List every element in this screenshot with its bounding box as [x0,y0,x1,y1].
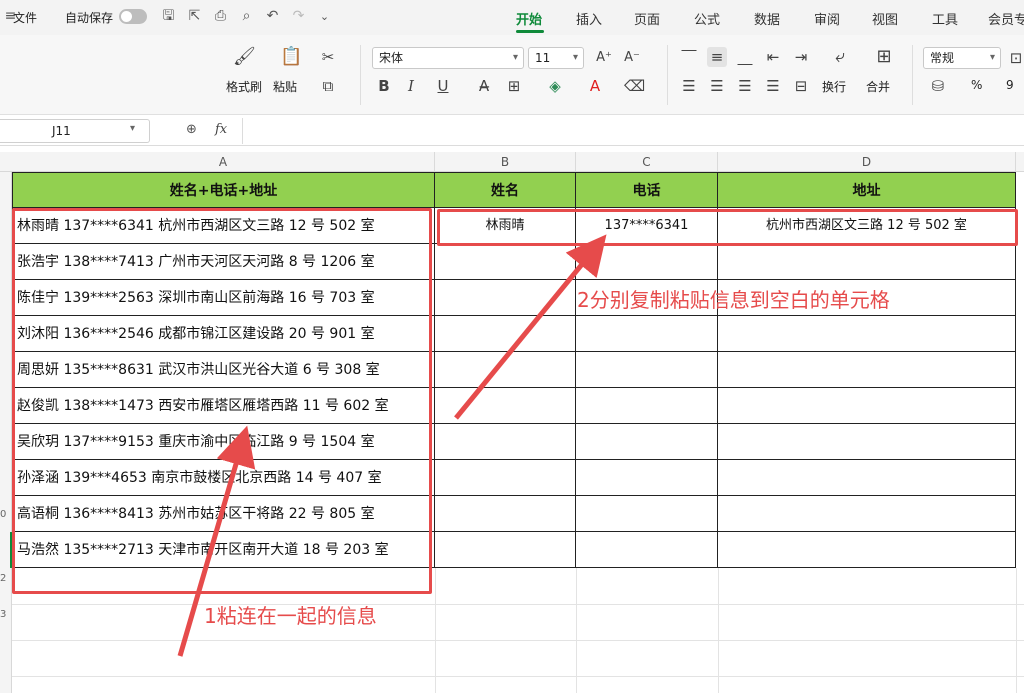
spreadsheet-app: ≡ 文件 自动保存 🖫 ⇱ ⎙ ⌕ ↶ ↷ ⌄ 开始 插入 页面 公式 数据 审… [0,0,1024,693]
annotation-arrows [177,234,607,657]
arrow-step2 [454,234,607,420]
annotation-step2: 2分别复制粘贴信息到空白的单元格 [577,288,890,312]
annotation-step1: 1粘连在一起的信息 [204,604,377,628]
